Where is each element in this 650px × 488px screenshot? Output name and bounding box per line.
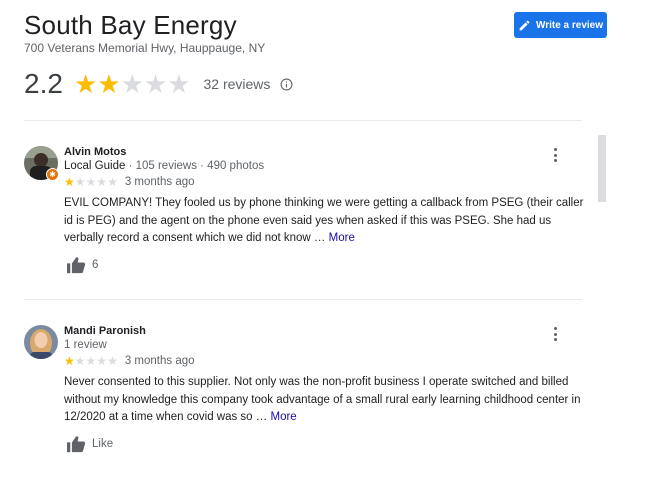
info-icon[interactable] — [280, 78, 293, 91]
business-address: 700 Veterans Memorial Hwy, Hauppauge, NY — [24, 41, 266, 55]
avatar[interactable] — [24, 325, 58, 359]
star-icon: ★ — [64, 354, 75, 368]
star-icon: ★ — [143, 69, 168, 99]
rating-summary: 2.2 ★ ★ ★ ★ ★ 32 reviews — [24, 68, 293, 100]
local-guide-label: Local Guide — [64, 160, 126, 172]
star-icon: ★ — [120, 69, 144, 99]
like-button[interactable]: Like — [66, 435, 113, 453]
star-icon: ★ — [107, 354, 118, 368]
reviewer-meta: 1 review — [64, 339, 107, 351]
divider — [24, 120, 582, 121]
more-options-icon[interactable] — [550, 327, 560, 341]
more-link[interactable]: More — [329, 232, 355, 244]
review-text: Never consented to this supplier. Not on… — [64, 374, 584, 427]
pencil-icon — [519, 20, 530, 30]
review-text: EVIL COMPANY! They fooled us by phone th… — [64, 195, 584, 248]
write-review-label: Write a review — [535, 19, 604, 31]
review-body: EVIL COMPANY! They fooled us by phone th… — [64, 197, 584, 244]
reviewer-name[interactable]: Alvin Motos — [64, 146, 126, 158]
business-name: South Bay Energy — [24, 10, 237, 40]
reviewer-name[interactable]: Mandi Paronish — [64, 325, 146, 337]
star-icon: ★ — [96, 175, 108, 189]
star-icon: ★ — [97, 69, 121, 99]
review-stars: ★ ★ ★ ★ ★ 3 months ago — [64, 176, 195, 188]
review-count[interactable]: 32 reviews — [204, 76, 271, 92]
write-review-button[interactable]: Write a review — [514, 12, 607, 38]
star-icon: ★ — [74, 175, 86, 189]
star-icon: ★ — [73, 69, 98, 99]
star-icon: ★ — [167, 69, 191, 99]
local-guide-badge-icon: ✱ — [46, 168, 59, 181]
like-count: 6 — [92, 259, 99, 271]
thumbs-up-icon — [67, 257, 86, 274]
reviewer-stats: · 105 reviews · 490 photos — [125, 160, 265, 172]
review-stars: ★ ★ ★ ★ ★ 3 months ago — [64, 355, 195, 367]
review-body: Never consented to this supplier. Not on… — [64, 376, 581, 423]
star-icon: ★ — [107, 175, 118, 189]
star-icon: ★ — [74, 354, 86, 368]
thumbs-up-icon — [67, 436, 86, 453]
review-date: 3 months ago — [124, 355, 195, 367]
more-link[interactable]: More — [270, 411, 296, 423]
star-icon: ★ — [96, 354, 108, 368]
like-label: Like — [92, 438, 114, 450]
review-date: 3 months ago — [124, 176, 195, 188]
star-icon: ★ — [85, 354, 97, 368]
star-icon: ★ — [64, 175, 75, 189]
more-options-icon[interactable] — [550, 148, 560, 162]
reviewer-meta: Local Guide · 105 reviews · 490 photos — [64, 160, 264, 172]
average-rating: 2.2 — [24, 68, 63, 99]
rating-stars: ★ ★ ★ ★ ★ — [74, 71, 191, 97]
divider — [24, 299, 582, 300]
star-icon: ★ — [85, 175, 97, 189]
scrollbar-thumb[interactable] — [598, 135, 606, 202]
like-button[interactable]: 6 — [66, 256, 98, 274]
